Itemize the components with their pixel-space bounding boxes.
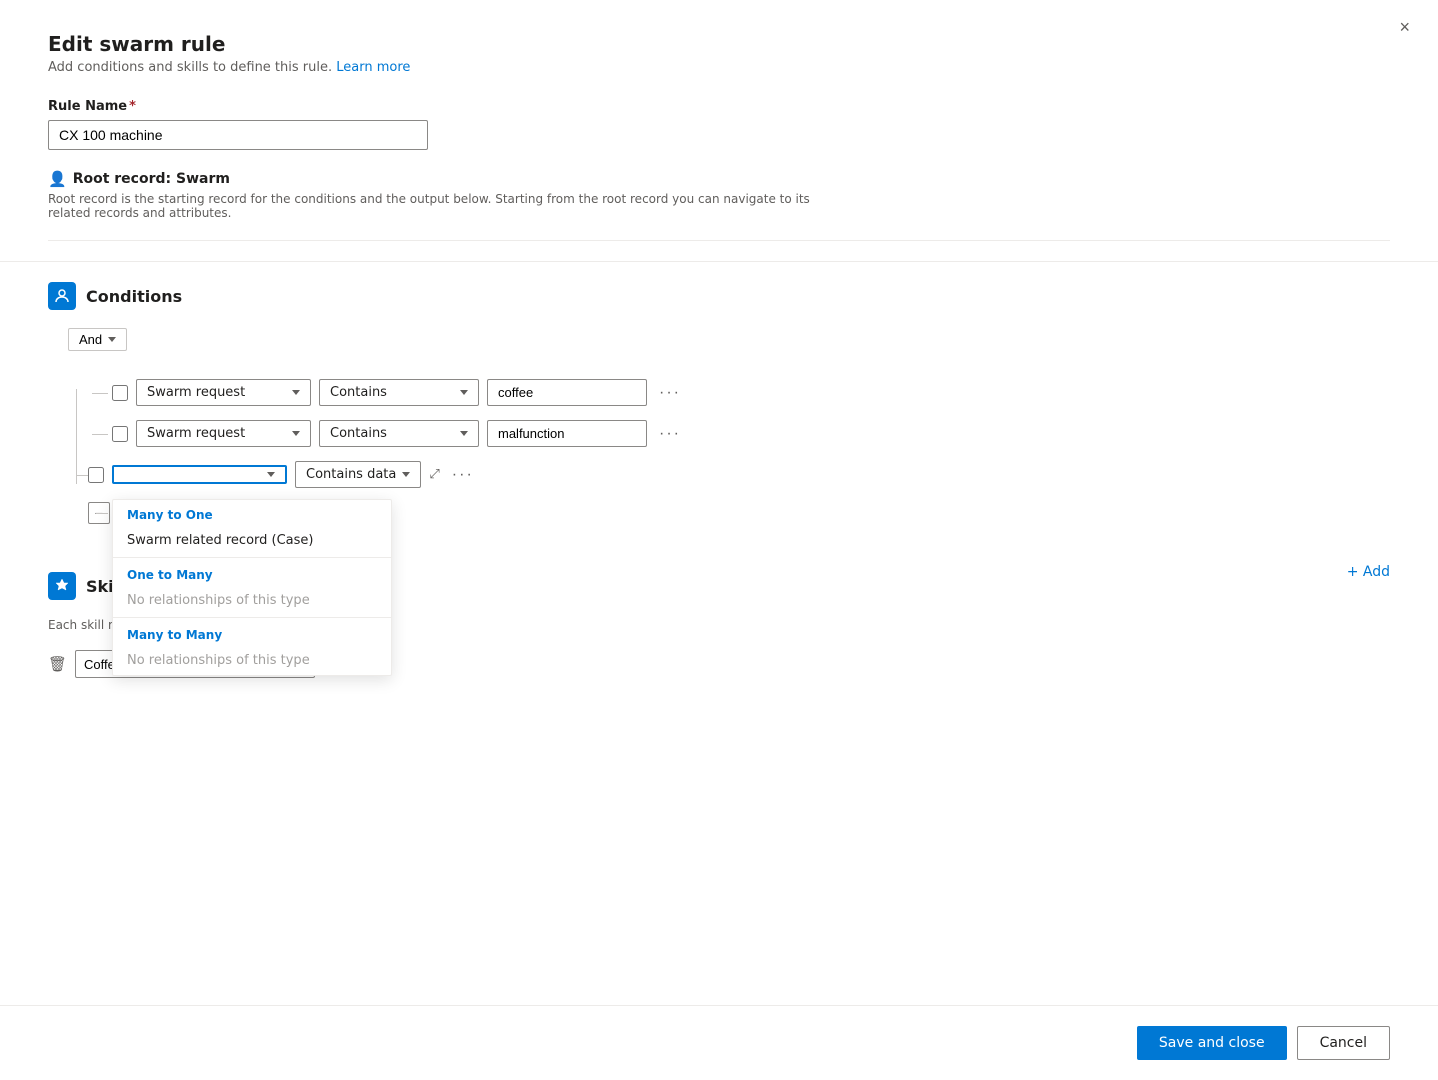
one-to-many-section-label: One to Many xyxy=(113,560,391,586)
close-button[interactable]: × xyxy=(1399,18,1410,36)
page-title: Edit swarm rule xyxy=(48,32,1390,56)
page-subtitle: Add conditions and skills to define this… xyxy=(48,60,1390,75)
condition-1-checkbox[interactable] xyxy=(112,385,128,401)
expand-icon[interactable]: ⤢ xyxy=(429,467,439,482)
many-to-one-section-label: Many to One xyxy=(113,500,391,526)
condition-2-operator[interactable]: Contains xyxy=(319,420,479,447)
delete-skill-icon[interactable]: 🗑 xyxy=(48,655,67,673)
learn-more-link[interactable]: Learn more xyxy=(336,60,410,75)
condition-1-operator[interactable]: Contains xyxy=(319,379,479,406)
condition-row-3: Contains data ⤢ ··· Many to One Swarm re… xyxy=(88,461,1390,488)
root-record-section: 👤 Root record: Swarm Root record is the … xyxy=(48,170,1390,241)
conditions-area: And Swarm request Contains xyxy=(68,328,1390,524)
field-3-chevron-icon xyxy=(267,472,275,477)
field-chevron-icon xyxy=(292,390,300,395)
add-skill-button[interactable]: + Add xyxy=(1347,564,1390,580)
conditions-title: Conditions xyxy=(86,287,182,306)
person-icon: 👤 xyxy=(48,170,67,188)
conditions-section-header: Conditions xyxy=(48,282,1390,310)
root-record-label: 👤 Root record: Swarm xyxy=(48,170,1390,188)
many-to-many-section-label: Many to Many xyxy=(113,620,391,646)
condition-row-1: Swarm request Contains ··· xyxy=(112,379,1390,406)
required-indicator: * xyxy=(129,99,136,114)
condition-2-checkbox[interactable] xyxy=(112,426,128,442)
condition-row-2: Swarm request Contains ··· xyxy=(112,420,1390,447)
tree-line-4 xyxy=(96,513,108,514)
and-chevron-icon xyxy=(108,337,116,342)
op-chevron-icon xyxy=(460,390,468,395)
condition-2-field[interactable]: Swarm request xyxy=(136,420,311,447)
and-badge[interactable]: And xyxy=(68,328,127,351)
cancel-button[interactable]: Cancel xyxy=(1297,1026,1390,1060)
dropdown-item-no-one-to-many: No relationships of this type xyxy=(113,586,391,615)
dropdown-item-swarm-related[interactable]: Swarm related record (Case) xyxy=(113,526,391,555)
modal-container: × Edit swarm rule Add conditions and ski… xyxy=(0,0,1438,1080)
footer-buttons: Save and close Cancel xyxy=(0,1005,1438,1080)
save-close-button[interactable]: Save and close xyxy=(1137,1026,1287,1060)
conditions-tree: Swarm request Contains ··· Swarm request xyxy=(88,379,1390,524)
condition-1-value[interactable] xyxy=(487,379,647,406)
conditions-icon xyxy=(48,282,76,310)
condition-3-checkbox[interactable] xyxy=(88,467,104,483)
condition-3-field[interactable] xyxy=(112,465,287,484)
op-2-chevron-icon xyxy=(460,431,468,436)
condition-1-field[interactable]: Swarm request xyxy=(136,379,311,406)
skills-icon xyxy=(48,572,76,600)
condition-3-operator[interactable]: Contains data xyxy=(295,461,421,488)
root-record-description: Root record is the starting record for t… xyxy=(48,192,828,220)
contains-data-chevron-icon xyxy=(402,472,410,477)
rule-name-label: Rule Name* xyxy=(48,99,1390,114)
section-divider xyxy=(0,261,1438,262)
dropdown-divider-2 xyxy=(113,617,391,618)
rule-name-input[interactable] xyxy=(48,120,428,150)
tree-horizontal-line-3 xyxy=(76,475,88,476)
field-dropdown-menu: Many to One Swarm related record (Case) … xyxy=(112,499,392,676)
dropdown-item-no-many-to-many: No relationships of this type xyxy=(113,646,391,675)
dropdown-divider-1 xyxy=(113,557,391,558)
condition-2-more-button[interactable]: ··· xyxy=(655,423,685,445)
condition-3-more-button[interactable]: ··· xyxy=(448,464,478,486)
condition-2-value[interactable] xyxy=(487,420,647,447)
tree-line xyxy=(76,389,77,484)
condition-1-more-button[interactable]: ··· xyxy=(655,382,685,404)
field-2-chevron-icon xyxy=(292,431,300,436)
